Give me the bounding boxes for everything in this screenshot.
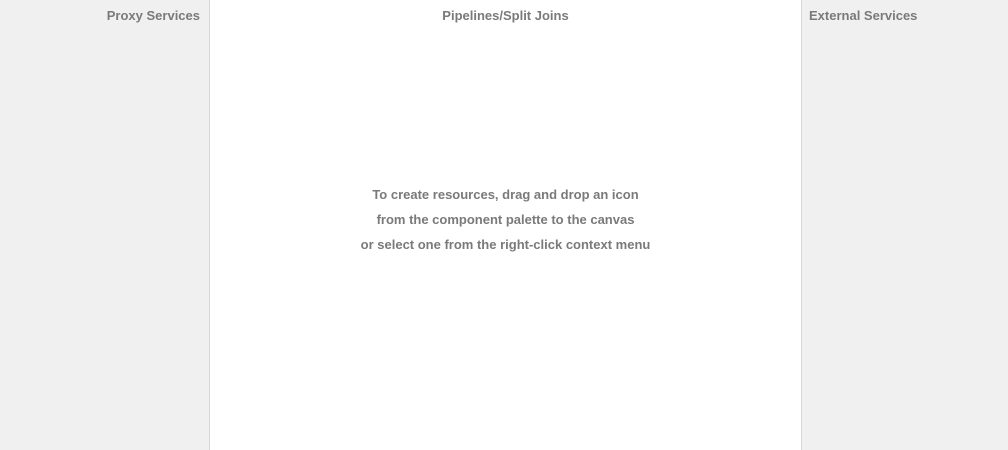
pipelines-lane[interactable]: Pipelines/Split Joins To create resource…	[210, 0, 802, 450]
pipelines-title: Pipelines/Split Joins	[442, 8, 569, 23]
external-services-lane[interactable]: External Services	[802, 0, 1008, 450]
proxy-services-title: Proxy Services	[106, 8, 200, 23]
composite-canvas: Proxy Services Pipelines/Split Joins To …	[0, 0, 1008, 450]
canvas-empty-hint: To create resources, drag and drop an ic…	[210, 186, 801, 261]
proxy-services-lane[interactable]: Proxy Services	[0, 0, 210, 450]
canvas-hint-line-2: from the component palette to the canvas	[376, 212, 635, 227]
canvas-hint-line-3: or select one from the right-click conte…	[360, 237, 651, 252]
canvas-hint-line-1: To create resources, drag and drop an ic…	[372, 187, 639, 202]
external-services-title: External Services	[809, 8, 918, 23]
